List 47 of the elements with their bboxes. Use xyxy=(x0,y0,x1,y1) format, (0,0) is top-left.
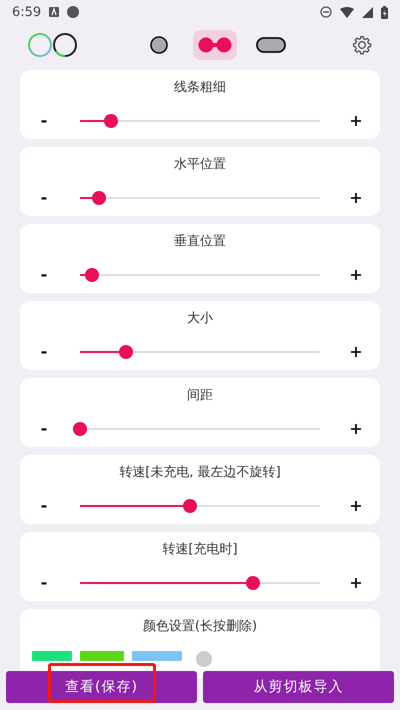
increase-button[interactable]: + xyxy=(344,497,368,515)
add-color-button[interactable] xyxy=(196,651,212,667)
color-swatch[interactable] xyxy=(132,651,182,661)
slider-label: 大小 xyxy=(187,310,213,328)
action-button[interactable]: 从剪切板导入 xyxy=(203,671,394,703)
decrease-button[interactable]: - xyxy=(32,266,56,284)
settings-icon[interactable] xyxy=(352,35,372,55)
increase-button[interactable]: + xyxy=(344,189,368,207)
do-not-disturb-icon xyxy=(320,6,332,18)
slider-label: 间距 xyxy=(187,387,213,405)
notification-icon xyxy=(49,7,60,17)
slider-thumb[interactable] xyxy=(118,345,133,359)
color-swatch[interactable] xyxy=(32,651,72,661)
increase-button[interactable]: + xyxy=(344,343,368,361)
decrease-button[interactable]: - xyxy=(32,189,56,207)
slider-thumb[interactable] xyxy=(92,191,106,205)
slider-thumb[interactable] xyxy=(183,499,198,513)
decrease-button[interactable]: - xyxy=(32,112,56,130)
color-swatch[interactable] xyxy=(80,651,124,661)
battery-icon xyxy=(381,6,388,18)
increase-button[interactable]: + xyxy=(344,266,368,284)
two-dots-icon xyxy=(198,37,232,53)
circle-icon xyxy=(150,36,168,54)
slider-label: 垂直位置 xyxy=(174,233,226,251)
slider-label: 转速[未充电, 最左边不旋转] xyxy=(119,464,281,482)
status-time: 6:59 xyxy=(12,4,42,20)
dot-icon xyxy=(67,6,80,18)
increase-button[interactable]: + xyxy=(344,112,368,130)
slider-label: 线条粗细 xyxy=(174,79,226,97)
pill-icon xyxy=(256,37,286,53)
slider-thumb[interactable] xyxy=(246,576,260,590)
action-button[interactable]: 查看(保存) xyxy=(6,671,197,703)
rings-icon[interactable] xyxy=(28,32,78,58)
slider-label: 转速[充电时] xyxy=(162,541,238,559)
color-settings-title: 颜色设置(长按删除) xyxy=(142,618,258,636)
decrease-button[interactable]: - xyxy=(32,420,56,438)
increase-button[interactable]: + xyxy=(344,420,368,438)
decrease-button[interactable]: - xyxy=(32,574,56,592)
decrease-button[interactable]: - xyxy=(32,343,56,361)
decrease-button[interactable]: - xyxy=(32,497,56,515)
slider-label: 水平位置 xyxy=(174,156,226,174)
slider-thumb[interactable] xyxy=(104,114,118,128)
wifi-icon xyxy=(340,6,354,18)
slider-thumb[interactable] xyxy=(85,268,99,282)
increase-button[interactable]: + xyxy=(344,574,368,592)
signal-icon xyxy=(362,6,373,18)
slider-thumb[interactable] xyxy=(73,422,87,436)
